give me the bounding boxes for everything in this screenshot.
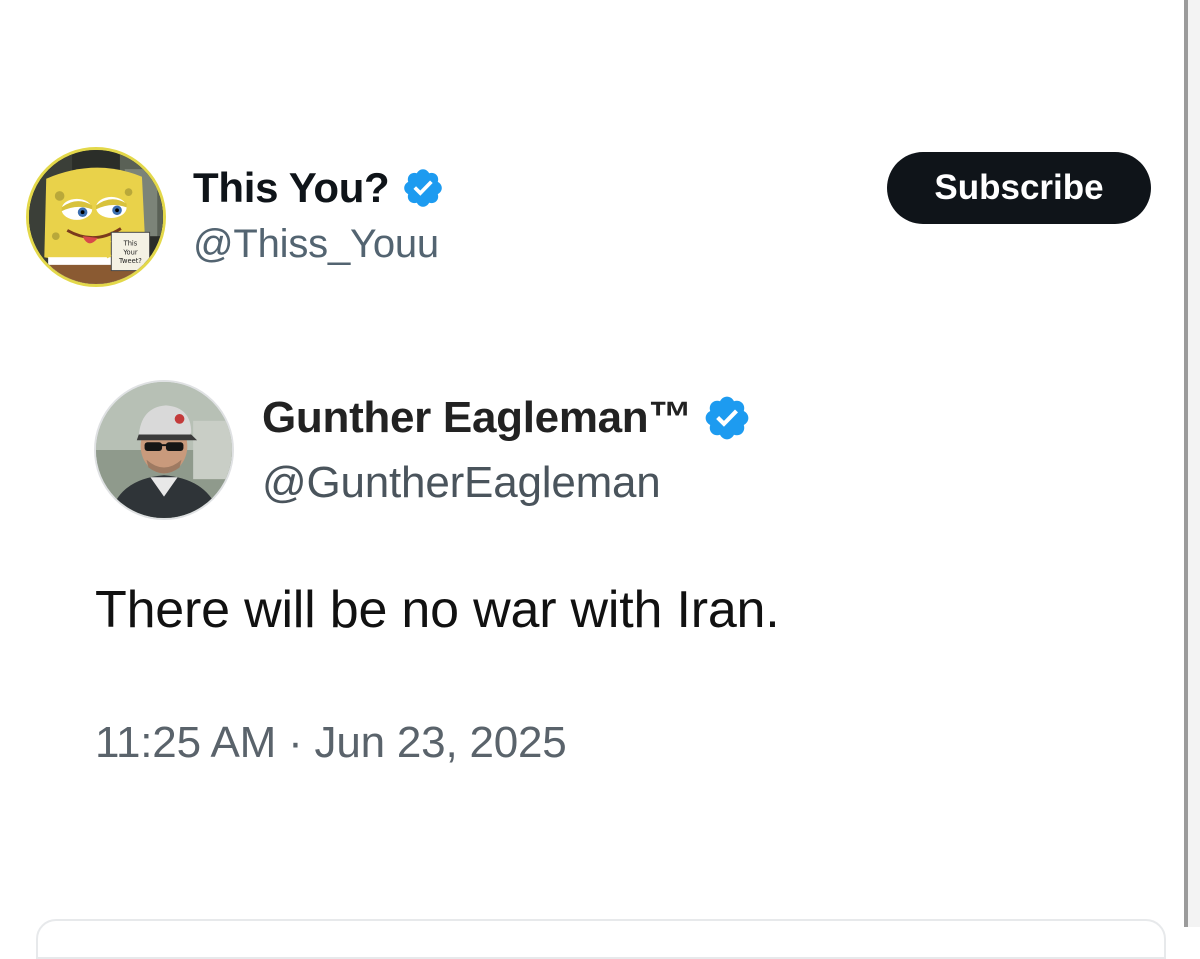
scrollbar[interactable] <box>1184 0 1200 927</box>
spongebob-avatar-icon: This Your Tweet? <box>29 150 163 284</box>
svg-text:Your: Your <box>122 248 138 256</box>
verified-badge-icon[interactable] <box>401 166 445 210</box>
author-name-row: This You? <box>193 160 445 216</box>
author-handle[interactable]: @Thiss_Youu <box>193 222 439 267</box>
svg-text:Tweet?: Tweet? <box>118 257 142 265</box>
man-in-cap-avatar-icon <box>96 382 232 518</box>
author-display-name[interactable]: This You? <box>193 164 390 212</box>
svg-text:This: This <box>123 240 138 248</box>
quoted-author-name-row: Gunther Eagleman™ <box>262 388 752 448</box>
quoted-author-handle: @GuntherEagleman <box>262 458 661 507</box>
author-avatar[interactable]: This Your Tweet? <box>26 147 166 287</box>
quoted-tweet-timestamp: 11:25 AM · Jun 23, 2025 <box>95 718 567 767</box>
quoted-author-avatar <box>94 380 234 520</box>
quoted-author-display-name: Gunther Eagleman™ <box>262 393 693 442</box>
next-card-edge <box>36 919 1166 959</box>
quoted-verified-badge-icon <box>705 396 749 440</box>
quoted-tweet-text: There will be no war with Iran. <box>95 581 780 639</box>
subscribe-button[interactable]: Subscribe <box>887 152 1151 224</box>
